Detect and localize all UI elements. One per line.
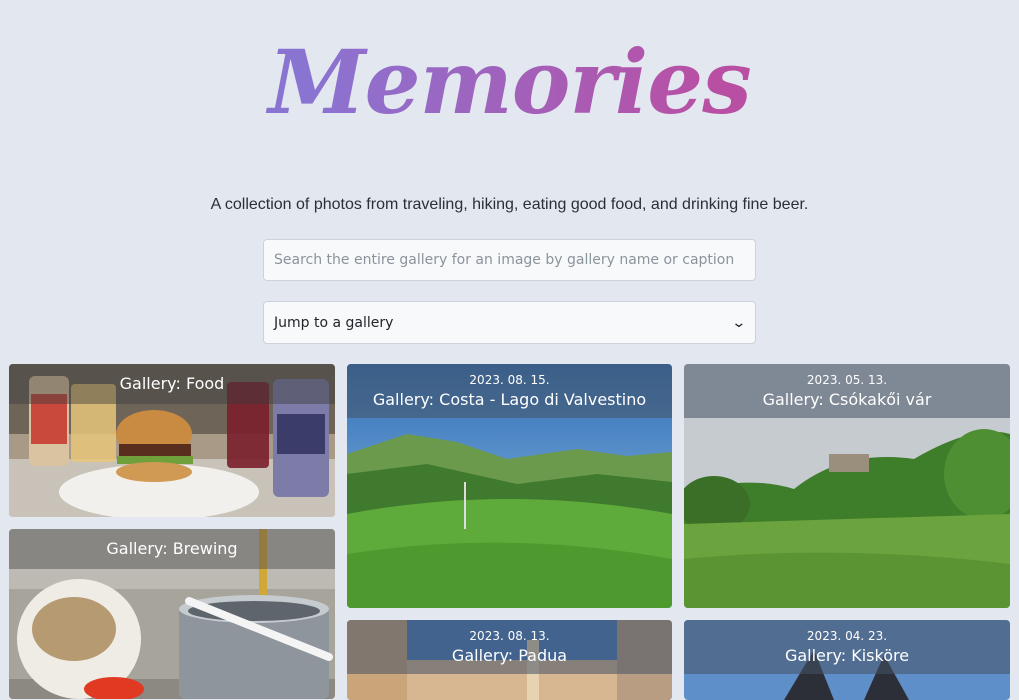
gallery-card-kiskore[interactable]: 2023. 04. 23. Gallery: Kisköre — [684, 620, 1010, 700]
gallery-card-caption: Gallery: Food — [9, 364, 335, 404]
gallery-title: Gallery: Costa - Lago di Valvestino — [372, 390, 647, 409]
gallery-card-caption: 2023. 08. 15. Gallery: Costa - Lago di V… — [347, 364, 672, 418]
gallery-select-value: Jump to a gallery — [274, 314, 394, 331]
gallery-title: Gallery: Csókakői vár — [762, 390, 932, 409]
gallery-card-food[interactable]: Gallery: Food — [9, 364, 335, 517]
gallery-card-caption: 2023. 08. 13. Gallery: Padua — [347, 620, 672, 674]
gallery-date: 2023. 04. 23. — [806, 629, 888, 643]
gallery-card-caption: 2023. 04. 23. Gallery: Kisköre — [684, 620, 1010, 674]
gallery-date: 2023. 08. 13. — [469, 629, 550, 643]
gallery-title: Gallery: Food — [119, 374, 225, 393]
tagline: A collection of photos from traveling, h… — [210, 196, 809, 213]
gallery-card-padua[interactable]: 2023. 08. 13. Gallery: Padua — [347, 620, 672, 700]
chevron-down-icon: ⌄ — [731, 314, 747, 331]
gallery-title: Gallery: Kisköre — [784, 646, 910, 665]
search-input[interactable] — [263, 239, 756, 281]
gallery-select[interactable]: Jump to a gallery ⌄ — [263, 301, 756, 344]
gallery-card-brewing[interactable]: Gallery: Brewing — [9, 529, 335, 699]
gallery-card-csokakoi-var[interactable]: 2023. 05. 13. Gallery: Csókakői vár — [684, 364, 1010, 608]
gallery-card-caption: Gallery: Brewing — [9, 529, 335, 569]
site-logo[interactable]: Memories — [0, 22, 1019, 142]
gallery-card-caption: 2023. 05. 13. Gallery: Csókakői vár — [684, 364, 1010, 418]
gallery-date: 2023. 05. 13. — [806, 373, 888, 387]
gallery-card-costa[interactable]: 2023. 08. 15. Gallery: Costa - Lago di V… — [347, 364, 672, 608]
gallery-title: Gallery: Brewing — [106, 539, 238, 558]
gallery-title: Gallery: Padua — [451, 646, 568, 665]
gallery-date: 2023. 08. 15. — [469, 373, 550, 387]
